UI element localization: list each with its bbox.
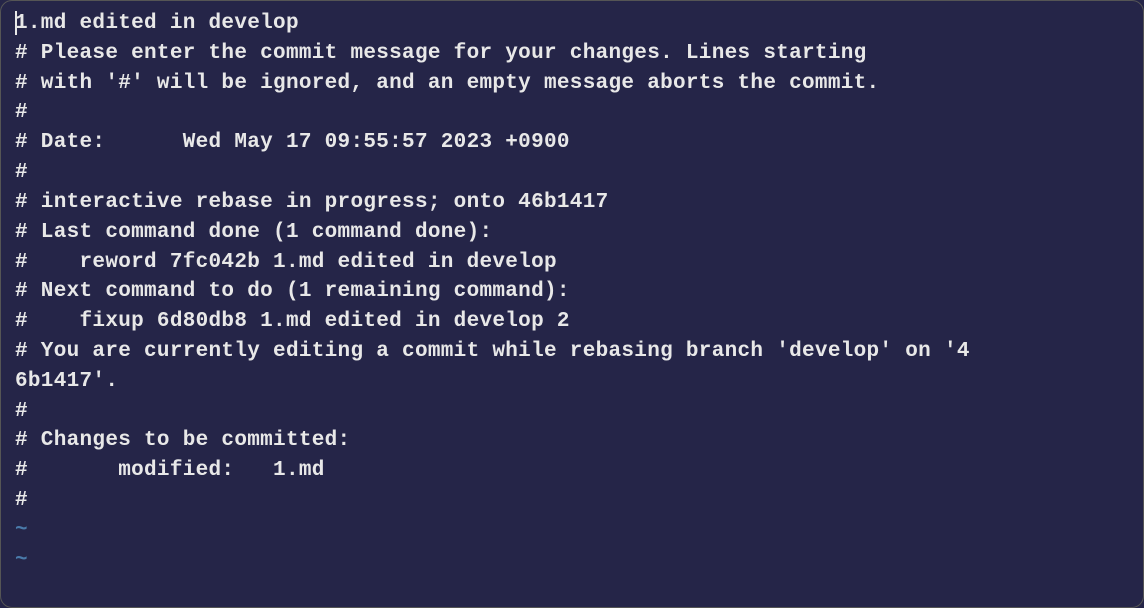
editor-line: # fixup 6d80db8 1.md edited in develop 2 <box>15 307 1129 337</box>
editor-line: # Changes to be committed: <box>15 426 1129 456</box>
commit-message-line[interactable]: 1.md edited in develop <box>15 9 1129 39</box>
editor-line: # <box>15 397 1129 427</box>
text-cursor <box>15 11 17 35</box>
editor-line: # Last command done (1 command done): <box>15 218 1129 248</box>
editor-line: # reword 7fc042b 1.md edited in develop <box>15 248 1129 278</box>
terminal-editor[interactable]: 1.md edited in develop # Please enter th… <box>15 9 1129 575</box>
editor-line: # Next command to do (1 remaining comman… <box>15 277 1129 307</box>
editor-line: # Please enter the commit message for yo… <box>15 39 1129 69</box>
vim-tilde-line: ~ <box>15 516 1129 546</box>
editor-line: # You are currently editing a commit whi… <box>15 337 1129 367</box>
editor-line: 6b1417'. <box>15 367 1129 397</box>
editor-line: # modified: 1.md <box>15 456 1129 486</box>
editor-line: # Date: Wed May 17 09:55:57 2023 +0900 <box>15 128 1129 158</box>
editor-line: # <box>15 158 1129 188</box>
commit-message-text: 1.md edited in develop <box>15 12 299 35</box>
editor-line: # <box>15 486 1129 516</box>
editor-line: # <box>15 98 1129 128</box>
editor-line: # interactive rebase in progress; onto 4… <box>15 188 1129 218</box>
vim-tilde-line: ~ <box>15 546 1129 576</box>
editor-line: # with '#' will be ignored, and an empty… <box>15 69 1129 99</box>
